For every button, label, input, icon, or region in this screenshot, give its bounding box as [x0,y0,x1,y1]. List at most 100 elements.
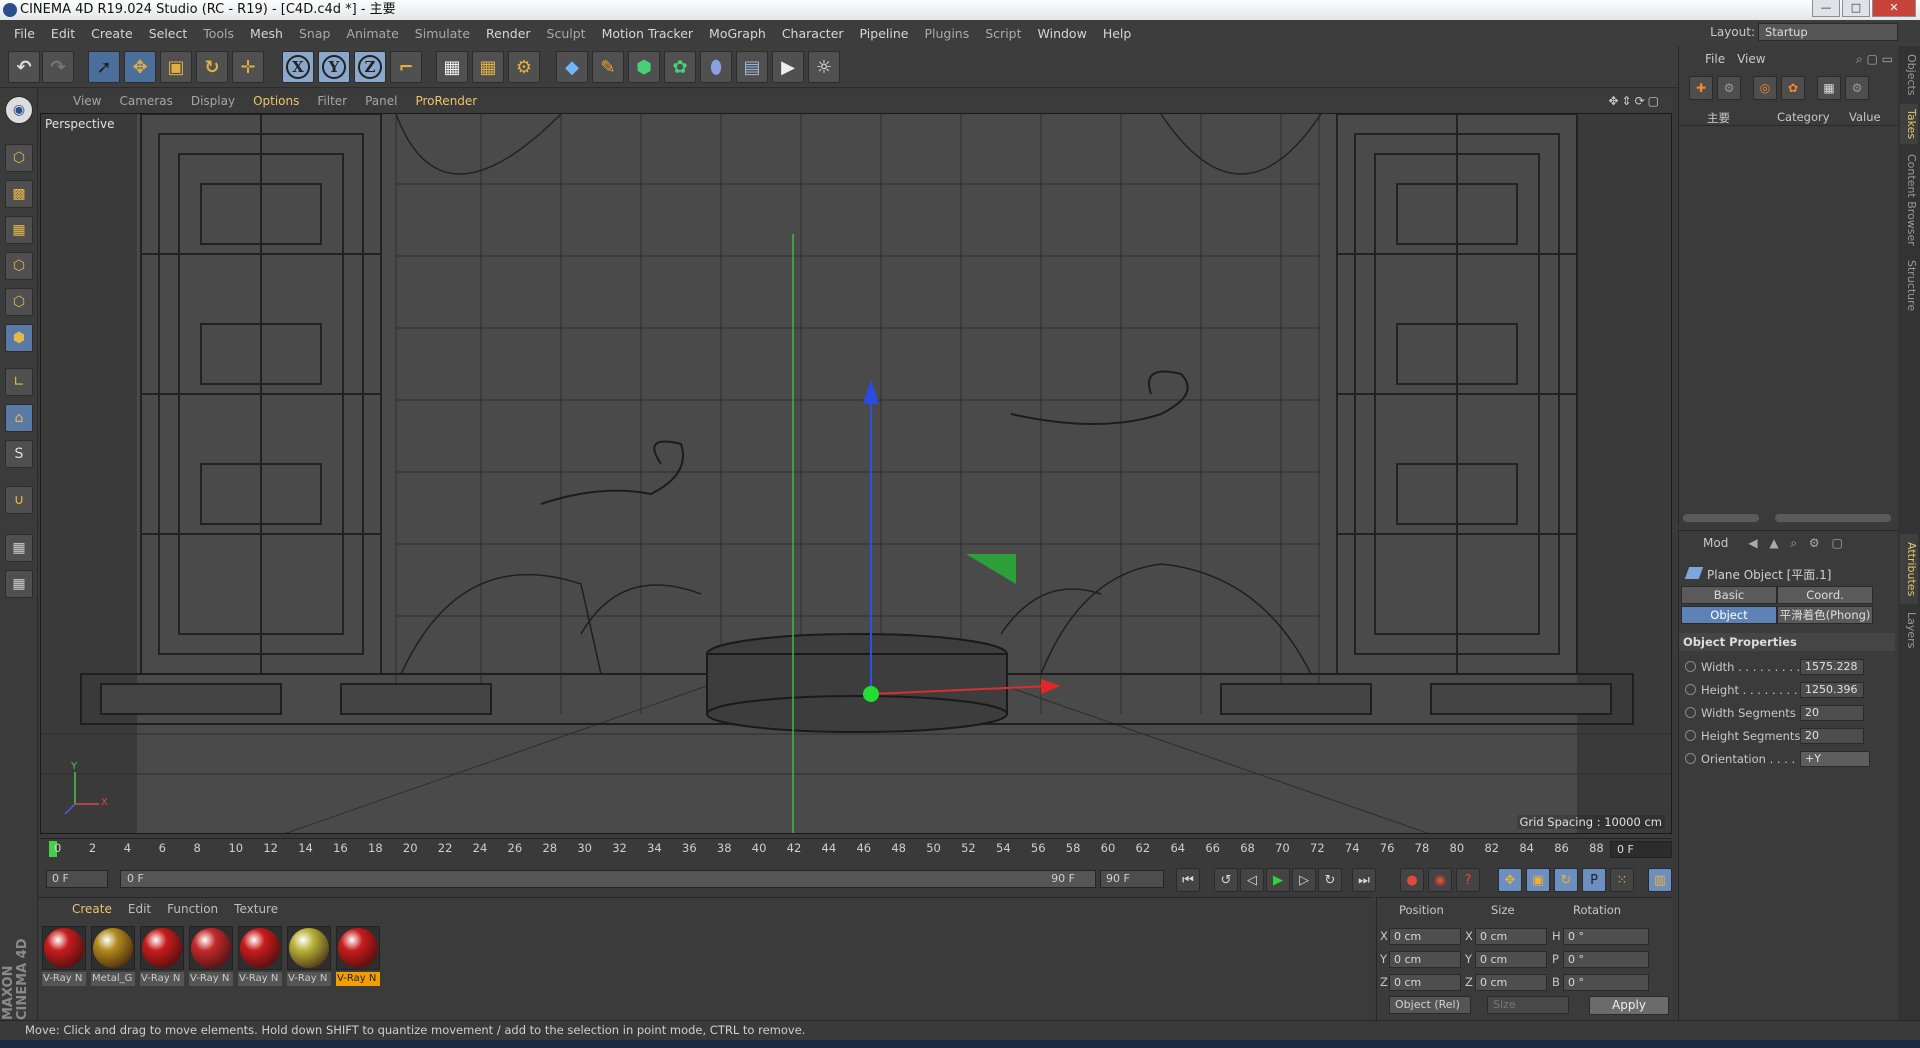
menu-animate[interactable]: Animate [338,26,406,41]
model-mode-button[interactable]: ⬡ [5,144,33,172]
object-menu-file[interactable]: File [1699,52,1731,66]
z-axis-button[interactable]: Z [354,51,386,83]
viewport-menu-panel[interactable]: Panel [356,94,406,108]
next-key-button[interactable]: ↻ [1318,868,1342,892]
material-swatch[interactable]: V-Ray N [42,926,86,988]
ref-object-icon[interactable]: ✚ [1689,76,1713,100]
position-x-field[interactable]: 0 cm [1389,928,1461,945]
points-mode-button[interactable]: ⬡ [5,252,33,280]
key-parameter-button[interactable]: P [1582,868,1606,892]
redo-button[interactable]: ↷ [42,51,74,83]
timeline-window-button[interactable]: ▥ [1648,868,1672,892]
go-to-start-button[interactable]: ⏮ [1176,868,1200,892]
maximize-button[interactable]: □ [1842,0,1870,17]
keyframe-selection-button[interactable]: ? [1456,868,1480,892]
max-frame-field[interactable]: 90 F [1100,870,1164,888]
x-axis-button[interactable]: X [282,51,314,83]
menu-sculpt[interactable]: Sculpt [539,26,594,41]
material-menu-texture[interactable]: Texture [226,902,286,916]
keyframe-dot-icon[interactable] [1685,707,1696,718]
menu-snap[interactable]: Snap [291,26,338,41]
texture-mode-button[interactable]: ▩ [5,180,33,208]
menu-script[interactable]: Script [977,26,1029,41]
keyframe-dot-icon[interactable] [1685,661,1696,672]
coordinate-system-button[interactable]: ⌐ [390,51,422,83]
object-hscrollbar[interactable] [1683,514,1895,522]
key-rotation-button[interactable]: ↻ [1554,868,1578,892]
menu-help[interactable]: Help [1095,26,1140,41]
workplane-button[interactable]: ▦ [5,216,33,244]
menu-character[interactable]: Character [774,26,852,41]
menu-simulate[interactable]: Simulate [407,26,478,41]
material-swatch[interactable]: V-Ray N [238,926,282,988]
material-swatch[interactable]: V-Ray N [287,926,331,988]
material-menu-edit[interactable]: Edit [120,902,159,916]
tweak-mode-button[interactable]: ⌂ [5,404,33,432]
position-y-field[interactable]: 0 cm [1389,951,1461,968]
coordinate-mode-dropdown[interactable]: Object (Rel) [1389,996,1471,1014]
menu-tools[interactable]: Tools [195,26,242,41]
viewport-menu-options[interactable]: Options [244,94,308,108]
menu-motion-tracker[interactable]: Motion Tracker [594,26,701,41]
viewport-nav-icons[interactable]: ✥⇕⟳▢ [1608,94,1662,108]
viewport-menu-view[interactable]: View [64,94,110,108]
undo-button[interactable]: ↶ [8,51,40,83]
tab-basic[interactable]: Basic [1681,586,1777,604]
menu-plugins[interactable]: Plugins [916,26,977,41]
render-settings-button[interactable]: ⚙ [508,51,540,83]
attribute-mode-menu[interactable]: Mod [1703,536,1728,550]
snap-button[interactable]: ∪ [5,486,33,514]
planar-workplane-button[interactable]: ▦ [5,570,33,598]
rotate-tool-button[interactable]: ↻ [196,51,228,83]
move-tool-button[interactable]: ✥ [124,51,156,83]
ref-gear-icon[interactable]: ⚙ [1717,76,1741,100]
side-tab-takes[interactable]: Takes [1900,104,1918,144]
menu-file[interactable]: File [6,26,43,41]
key-pla-button[interactable]: ⁙ [1610,868,1634,892]
make-editable-button[interactable]: ◉ [5,96,33,124]
position-z-field[interactable]: 0 cm [1389,974,1461,991]
deformer-button[interactable]: ⬮ [700,51,732,83]
rotation-b-field[interactable]: 0 ° [1563,974,1649,991]
prop-width-field[interactable]: 1575.228 [1800,659,1864,675]
cube-button[interactable]: ◆ [556,51,588,83]
menu-edit[interactable]: Edit [43,26,83,41]
attribute-nav-icons[interactable]: ◀ ▲ ⌕ ⚙ ▢ [1748,536,1847,551]
axis-mode-button[interactable]: ∟ [5,368,33,396]
viewport-menu-cameras[interactable]: Cameras [110,94,181,108]
end-frame-field[interactable]: 0 F [1610,841,1672,858]
key-position-button[interactable]: ✥ [1498,868,1522,892]
prop-height-field[interactable]: 1250.396 [1800,682,1864,698]
camera-label[interactable]: Perspective [45,117,115,131]
record-active-objects-button[interactable]: ● [1400,868,1424,892]
menu-mograph[interactable]: MoGraph [701,26,774,41]
edges-mode-button[interactable]: ⬡ [5,288,33,316]
play-button[interactable]: ▶ [1266,868,1290,892]
side-tab-structure[interactable]: Structure [1900,256,1918,316]
ref-orange-ring-icon[interactable]: ◎ [1753,76,1777,100]
go-to-end-button[interactable]: ⏭ [1352,868,1376,892]
rotation-h-field[interactable]: 0 ° [1563,928,1649,945]
prop-width-segments-field[interactable]: 20 [1800,705,1864,721]
prop-height-segments-field[interactable]: 20 [1800,728,1864,744]
right-scroll-thumb[interactable] [1775,514,1891,522]
menu-pipeline[interactable]: Pipeline [852,26,917,41]
keyframe-dot-icon[interactable] [1685,730,1696,741]
tab-phong[interactable]: 平滑着色(Phong) [1777,606,1873,624]
floor-button[interactable]: ▤ [736,51,768,83]
pen-spline-button[interactable]: ✎ [592,51,624,83]
autokeying-button[interactable]: ◉ [1428,868,1452,892]
object-menu-view[interactable]: View [1731,52,1771,66]
apply-button[interactable]: Apply [1589,996,1669,1015]
size-y-field[interactable]: 0 cm [1475,951,1547,968]
key-scale-button[interactable]: ▣ [1526,868,1550,892]
side-tab-attributes[interactable]: Attributes [1900,534,1918,604]
render-view-button[interactable]: ▦ [436,51,468,83]
side-tab-layers[interactable]: Layers [1900,608,1918,652]
left-scroll-thumb[interactable] [1683,514,1759,522]
material-swatch[interactable]: V-Ray N [140,926,184,988]
viewport-menu-prorender[interactable]: ProRender [406,94,486,108]
prop-orientation-dropdown[interactable]: +Y [1800,751,1870,767]
previous-key-button[interactable]: ↺ [1214,868,1238,892]
size-x-field[interactable]: 0 cm [1475,928,1547,945]
